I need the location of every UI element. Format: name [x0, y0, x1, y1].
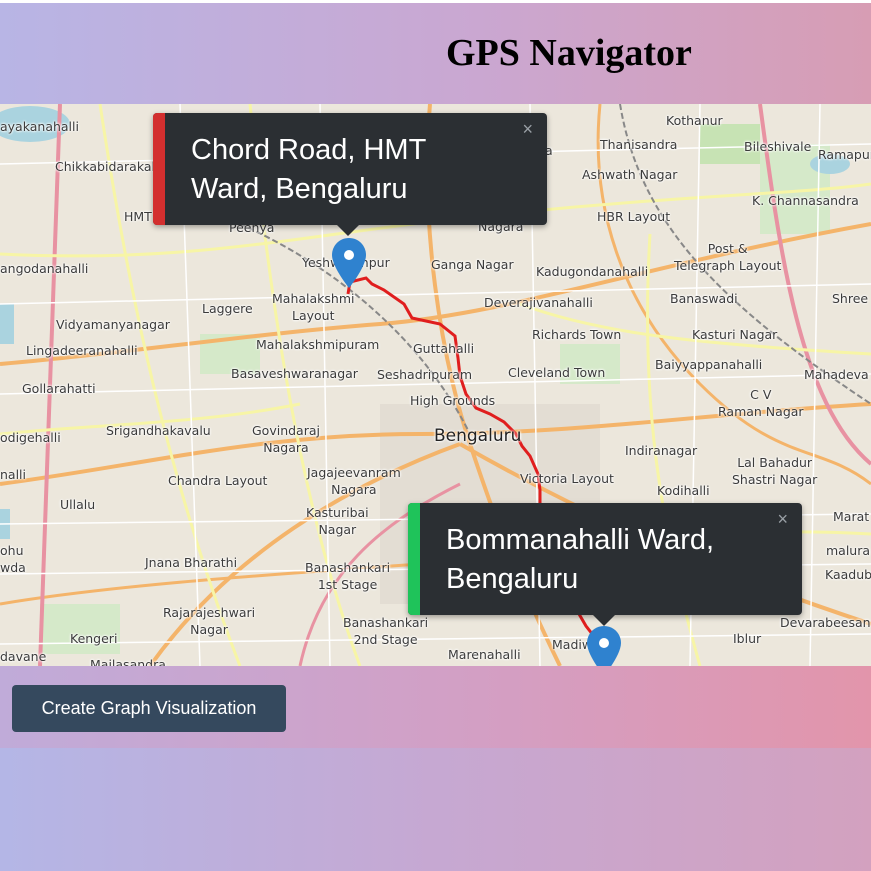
- map-place-label: HBR Layout: [597, 209, 671, 224]
- create-graph-visualization-button[interactable]: Create Graph Visualization: [12, 685, 286, 732]
- map-place-label: K. Channasandra: [752, 193, 859, 208]
- map-place-label: Chandra Layout: [168, 473, 268, 488]
- map-place-label: Ashwath Nagar: [582, 167, 678, 182]
- popup-tip: [592, 614, 616, 626]
- map-place-label: Guttahalli: [413, 341, 475, 356]
- map-place-label: davane: [0, 649, 47, 664]
- map-place-label: Deverajivanahalli: [484, 295, 593, 310]
- map-place-label: Kasturi Nagar: [692, 327, 778, 342]
- map-place-label: malura: [826, 543, 871, 558]
- page-title: GPS Navigator: [446, 32, 692, 74]
- map-place-label: Kadugondanahalli: [536, 264, 649, 279]
- map-place-label: Chikkabidarakallu: [55, 159, 167, 174]
- map-place-label: Srigandhakavalu: [106, 423, 211, 438]
- map-place-label: Kasturibai Nagar: [306, 505, 369, 537]
- end-location-line2: Bengaluru: [446, 563, 579, 595]
- map-place-label: Marenahalli: [448, 647, 521, 662]
- map-place-label: Mahalakshmi Layout: [272, 291, 355, 323]
- map-place-label: odigehalli: [0, 430, 61, 445]
- map-place-label: Kaadubee: [825, 567, 871, 582]
- map-place-label: Baiyyappanahalli: [655, 357, 763, 372]
- controls-bar: Create Graph Visualization: [0, 666, 871, 748]
- map-place-label: Kodihalli: [657, 483, 710, 498]
- map-place-label: Banashankari 1st Stage: [305, 560, 391, 592]
- end-popup: Bommanahalli Ward, Bengaluru ×: [408, 503, 802, 626]
- map-place-label: wda: [0, 560, 26, 575]
- end-marker-icon[interactable]: [587, 626, 621, 666]
- map-place-label: Banashankari 2nd Stage: [343, 615, 429, 647]
- map-place-label: Jagajeevanram Nagara: [307, 465, 401, 497]
- map-place-label: ayakanahalli: [0, 119, 79, 134]
- end-location-line1: Bommanahalli Ward,: [446, 524, 715, 556]
- map-place-label: Govindaraj Nagara: [252, 423, 320, 455]
- map-place-label: C V Raman Nagar: [718, 387, 804, 419]
- close-icon[interactable]: ×: [522, 119, 533, 140]
- map-place-label: Ullalu: [60, 497, 96, 512]
- map-view[interactable]: ayakanahalli Chikkabidarakallu HMT Peenya an…: [0, 104, 871, 666]
- map-place-label: Rajarajeshwari Nagar: [163, 605, 256, 637]
- map-place-label: Mahalakshmipuram: [256, 337, 380, 352]
- map-place-label: Shree: [832, 291, 869, 306]
- close-icon[interactable]: ×: [777, 509, 788, 530]
- map-place-label: Basaveshwaranagar: [231, 366, 358, 381]
- map-place-label: Richards Town: [532, 327, 622, 342]
- map-place-label: Cleveland Town: [508, 365, 606, 380]
- map-place-label: ohu: [0, 543, 24, 558]
- map-place-label: Banaswadi: [670, 291, 738, 306]
- map-place-label: High Grounds: [410, 393, 496, 408]
- map-place-label: Thanisandra: [600, 137, 678, 152]
- map-place-label: HMT: [124, 209, 152, 224]
- map-place-label: Victoria Layout: [520, 471, 614, 486]
- start-color-bar: [153, 113, 165, 225]
- header: GPS Navigator: [0, 3, 871, 104]
- end-color-bar: [408, 503, 420, 615]
- map-place-label: Vidyamanyanagar: [56, 317, 170, 332]
- map-place-label: Devarabeesan: [780, 615, 871, 630]
- map-place-label: Bileshivale: [744, 139, 812, 154]
- map-place-label: Mailasandra: [90, 657, 166, 666]
- map-place-label: Iblur: [733, 631, 762, 646]
- map-place-label: Indiranagar: [625, 443, 698, 458]
- map-place-label: Jnana Bharathi: [145, 555, 238, 570]
- map-place-label: Kothanur: [666, 113, 723, 128]
- map-place-label: angodanahalli: [0, 261, 89, 276]
- map-place-label: Seshadripuram: [377, 367, 473, 382]
- start-location-line2: Ward, Bengaluru: [191, 173, 408, 205]
- map-place-label: Ramapura: [818, 147, 871, 162]
- start-popup: Chord Road, HMT Ward, Bengaluru ×: [153, 113, 547, 236]
- map-place-label: Ganga Nagar: [431, 257, 514, 272]
- popup-tip: [336, 224, 360, 236]
- map-place-label: Post & Telegraph Layout: [674, 241, 782, 273]
- map-place-label: Bengaluru: [434, 426, 522, 446]
- map-place-label: nalli: [0, 467, 27, 482]
- map-place-label: Gollarahatti: [22, 381, 96, 396]
- map-place-label: Lingadeeranahalli: [26, 343, 138, 358]
- start-location-line1: Chord Road, HMT: [191, 134, 427, 166]
- map-place-label: Mahadeva: [804, 367, 869, 382]
- map-place-label: Marat: [833, 509, 870, 524]
- map-place-label: Lal Bahadur Shastri Nagar: [732, 455, 818, 487]
- start-marker-icon[interactable]: [332, 238, 366, 288]
- map-place-label: Kengeri: [70, 631, 118, 646]
- map-place-label: Laggere: [202, 301, 253, 316]
